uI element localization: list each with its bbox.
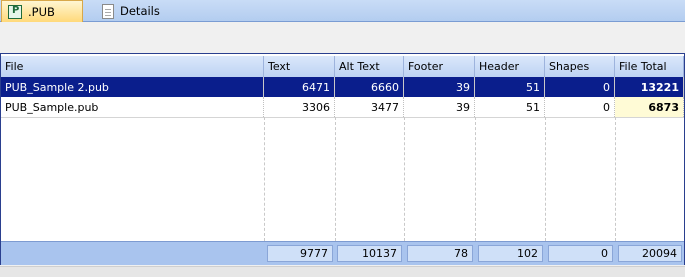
column-header-header[interactable]: Header xyxy=(475,56,545,77)
total-shapes: 0 xyxy=(548,245,613,262)
column-divider xyxy=(264,117,265,241)
total-file-total: 20094 xyxy=(618,245,682,262)
file-total-cell: 6873 xyxy=(615,97,684,117)
total-text: 9777 xyxy=(267,245,333,262)
total-header: 102 xyxy=(478,245,543,262)
table-row[interactable]: PUB_Sample.pub 3306 3477 39 51 0 6873 xyxy=(1,97,684,118)
tab-bar: .PUB Details xyxy=(0,0,685,22)
total-footer: 78 xyxy=(407,245,473,262)
column-divider xyxy=(475,117,476,241)
header-count-cell: 51 xyxy=(475,97,545,117)
file-name-cell: PUB_Sample.pub xyxy=(1,97,264,117)
column-divider xyxy=(545,117,546,241)
column-divider xyxy=(335,117,336,241)
document-icon xyxy=(102,3,114,19)
tab-pub-label: .PUB xyxy=(28,4,55,19)
file-total-cell: 13221 xyxy=(615,77,684,97)
shapes-count-cell: 0 xyxy=(545,77,615,97)
column-header-footer[interactable]: Footer xyxy=(404,56,475,77)
column-header-file-total[interactable]: File Total xyxy=(615,56,684,77)
grid-header: File Text Alt Text Footer Header Shapes … xyxy=(1,56,684,78)
alt-text-count-cell: 6660 xyxy=(335,77,404,97)
column-divider xyxy=(404,117,405,241)
total-alt-text: 10137 xyxy=(337,245,402,262)
text-count-cell: 3306 xyxy=(264,97,335,117)
column-header-file[interactable]: File xyxy=(1,56,264,77)
column-divider xyxy=(615,117,616,241)
tab-pub[interactable]: .PUB xyxy=(1,0,83,22)
status-strip xyxy=(0,266,685,277)
alt-text-count-cell: 3477 xyxy=(335,97,404,117)
totals-row: 9777 10137 78 102 0 20094 xyxy=(1,241,684,265)
column-header-text[interactable]: Text xyxy=(264,56,335,77)
tab-details-label: Details xyxy=(120,4,160,18)
publisher-icon xyxy=(8,4,22,19)
tab-details[interactable]: Details xyxy=(96,0,166,22)
table-row[interactable]: PUB_Sample 2.pub 6471 6660 39 51 0 13221 xyxy=(1,77,684,97)
column-header-shapes[interactable]: Shapes xyxy=(545,56,615,77)
column-header-alt-text[interactable]: Alt Text xyxy=(335,56,404,77)
header-count-cell: 51 xyxy=(475,77,545,97)
footer-count-cell: 39 xyxy=(404,97,475,117)
shapes-count-cell: 0 xyxy=(545,97,615,117)
footer-count-cell: 39 xyxy=(404,77,475,97)
file-name-cell: PUB_Sample 2.pub xyxy=(1,77,264,97)
word-count-grid: File Text Alt Text Footer Header Shapes … xyxy=(0,53,685,265)
text-count-cell: 6471 xyxy=(264,77,335,97)
